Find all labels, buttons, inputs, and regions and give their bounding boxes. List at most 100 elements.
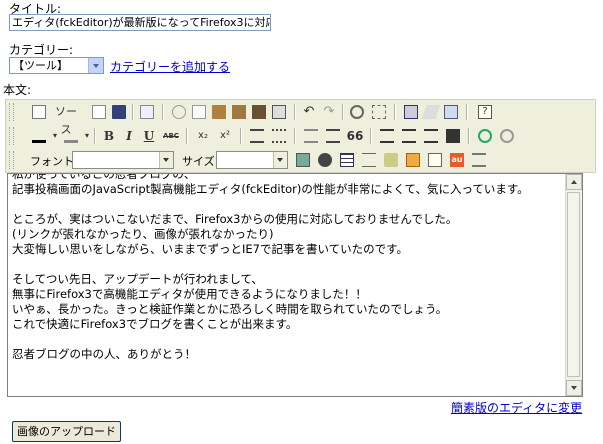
link-button[interactable] (476, 127, 494, 145)
unlink-button[interactable] (498, 127, 516, 145)
undo-button[interactable]: ↶ (300, 103, 318, 121)
size-label: サイズ (182, 155, 215, 168)
link-icon (478, 129, 492, 143)
toolbar-row-3: フォント サイズ au (6, 148, 595, 172)
editor-paragraph: ところが、実はついこないだまで、Firefox3からの使用に対応しておりませんで… (12, 212, 564, 257)
text-color-button[interactable]: ▾ (30, 127, 58, 145)
editor-area[interactable]: 私が使っているこの忍者ブログの、 記事投稿画面のJavaScript製高機能エディ… (7, 173, 583, 397)
cut-button[interactable] (170, 103, 188, 121)
image-icon (296, 153, 310, 167)
redo-button[interactable]: ↷ (320, 103, 338, 121)
simple-editor-link[interactable]: 簡素版のエディタに変更 (451, 399, 582, 416)
numbered-list-button[interactable] (248, 127, 266, 145)
indent-button[interactable] (324, 127, 342, 145)
toolbar-grip[interactable] (9, 127, 14, 145)
chevron-down-icon[interactable] (273, 152, 287, 168)
toolbar-separator (294, 104, 296, 120)
source-icon (32, 105, 46, 119)
scroll-down-button[interactable] (566, 380, 582, 396)
print-button[interactable] (270, 103, 288, 121)
paste-word-button[interactable] (250, 103, 268, 121)
blockquote-button[interactable]: 66 (346, 127, 364, 145)
au-icon: au (450, 153, 464, 167)
editor-line: いやぁ、長かった。きっと検証作業とかに恐ろしく時間を取られていたのでしょう。 (12, 302, 448, 316)
scissors-icon (172, 105, 186, 119)
remove-format-button[interactable] (421, 103, 441, 121)
size-select[interactable] (216, 151, 288, 169)
copy-button[interactable] (190, 103, 208, 121)
bold-button[interactable]: B (100, 127, 118, 145)
outdent-button[interactable] (302, 127, 320, 145)
preview-button[interactable] (90, 103, 108, 121)
upload-image-button[interactable]: 画像のアップロード (12, 421, 121, 442)
editor-line: 無事にFirefox3で高機能エディタが使用できるようになりました！！ (12, 287, 367, 301)
flash-button[interactable] (316, 151, 334, 169)
outdent-icon (304, 129, 318, 143)
templates-button[interactable] (138, 103, 156, 121)
bg-color-icon (64, 129, 78, 143)
subscript-button[interactable]: x₂ (194, 127, 212, 145)
body-label: 本文: (3, 83, 32, 97)
editor-line: そしてつい先日、アップデートが行われまして、 (12, 272, 263, 286)
unlink-icon (500, 129, 514, 143)
align-justify-button[interactable] (444, 127, 462, 145)
scroll-up-button[interactable] (566, 174, 582, 190)
more-button[interactable] (470, 151, 488, 169)
horizontal-rule-button[interactable] (360, 151, 378, 169)
special-char-button[interactable] (404, 151, 422, 169)
chevron-down-icon[interactable] (159, 152, 173, 168)
category-selected-value: 【ツール】 (13, 59, 68, 72)
editor-content[interactable]: 私が使っているこの忍者ブログの、 記事投稿画面のJavaScript製高機能エディ… (12, 174, 564, 377)
category-select[interactable]: 【ツール】 (9, 57, 104, 74)
replace-button[interactable] (370, 103, 388, 121)
image-button[interactable] (294, 151, 312, 169)
italic-button[interactable]: I (120, 127, 138, 145)
paste-text-button[interactable] (230, 103, 248, 121)
show-blocks-button[interactable] (442, 103, 460, 121)
toolbar-separator (94, 128, 96, 144)
smiley-button[interactable] (382, 151, 400, 169)
toolbar-separator (162, 104, 164, 120)
superscript-button[interactable]: x² (216, 127, 234, 145)
font-select[interactable] (72, 151, 174, 169)
add-category-link[interactable]: カテゴリーを追加する (110, 58, 230, 75)
align-left-button[interactable] (378, 127, 396, 145)
show-blocks-icon (444, 105, 458, 119)
chevron-down-icon: ▾ (84, 131, 89, 140)
select-all-icon (404, 105, 418, 119)
underline-button[interactable]: U (140, 127, 158, 145)
align-center-button[interactable] (400, 127, 418, 145)
toolbar-grip[interactable] (9, 151, 14, 169)
bulleted-list-button[interactable] (270, 127, 288, 145)
scroll-thumb[interactable] (567, 192, 580, 377)
toolbar-separator (240, 128, 242, 144)
find-button[interactable] (348, 103, 366, 121)
toolbar-grip[interactable] (9, 103, 14, 121)
find-icon (350, 105, 364, 119)
table-button[interactable] (338, 151, 356, 169)
align-right-button[interactable] (422, 127, 440, 145)
save-button[interactable] (110, 103, 128, 121)
title-input[interactable]: エディタ(fckEditor)が最新版になってFirefox3に対応！ (9, 14, 271, 31)
about-button[interactable]: ? (476, 103, 494, 121)
au-emoji-button[interactable]: au (448, 151, 466, 169)
table-icon (340, 153, 354, 167)
select-all-button[interactable] (402, 103, 420, 121)
editor-scrollbar[interactable] (565, 174, 582, 396)
numbered-list-icon (250, 129, 264, 143)
eraser-icon (421, 105, 441, 119)
bg-color-button[interactable]: ▾ (62, 127, 90, 145)
strike-button[interactable]: ABC (160, 127, 182, 145)
source-button[interactable]: ソース (30, 103, 82, 136)
editor-line: (リンクが張れなかったり、画像が張れなかったり) (12, 227, 274, 241)
editor-line: これで快適にFirefox3でブログを書くことが出来ます。 (12, 317, 298, 331)
toolbar-row-2: ▾ ▾ B I U ABC x₂ x² 66 (6, 124, 595, 148)
editor-paragraph: 私が使っているこの忍者ブログの、 記事投稿画面のJavaScript製高機能エディ… (12, 174, 564, 197)
chevron-down-icon[interactable] (88, 58, 103, 73)
help-icon: ? (478, 105, 492, 119)
editor-line: 忍者ブログの中の人、ありがとう！ (12, 347, 196, 361)
paste-button[interactable] (210, 103, 228, 121)
page-break-button[interactable] (426, 151, 444, 169)
redo-icon: ↷ (323, 104, 335, 119)
editor-paragraph: そしてつい先日、アップデートが行われまして、 無事にFirefox3で高機能エディ… (12, 272, 564, 332)
